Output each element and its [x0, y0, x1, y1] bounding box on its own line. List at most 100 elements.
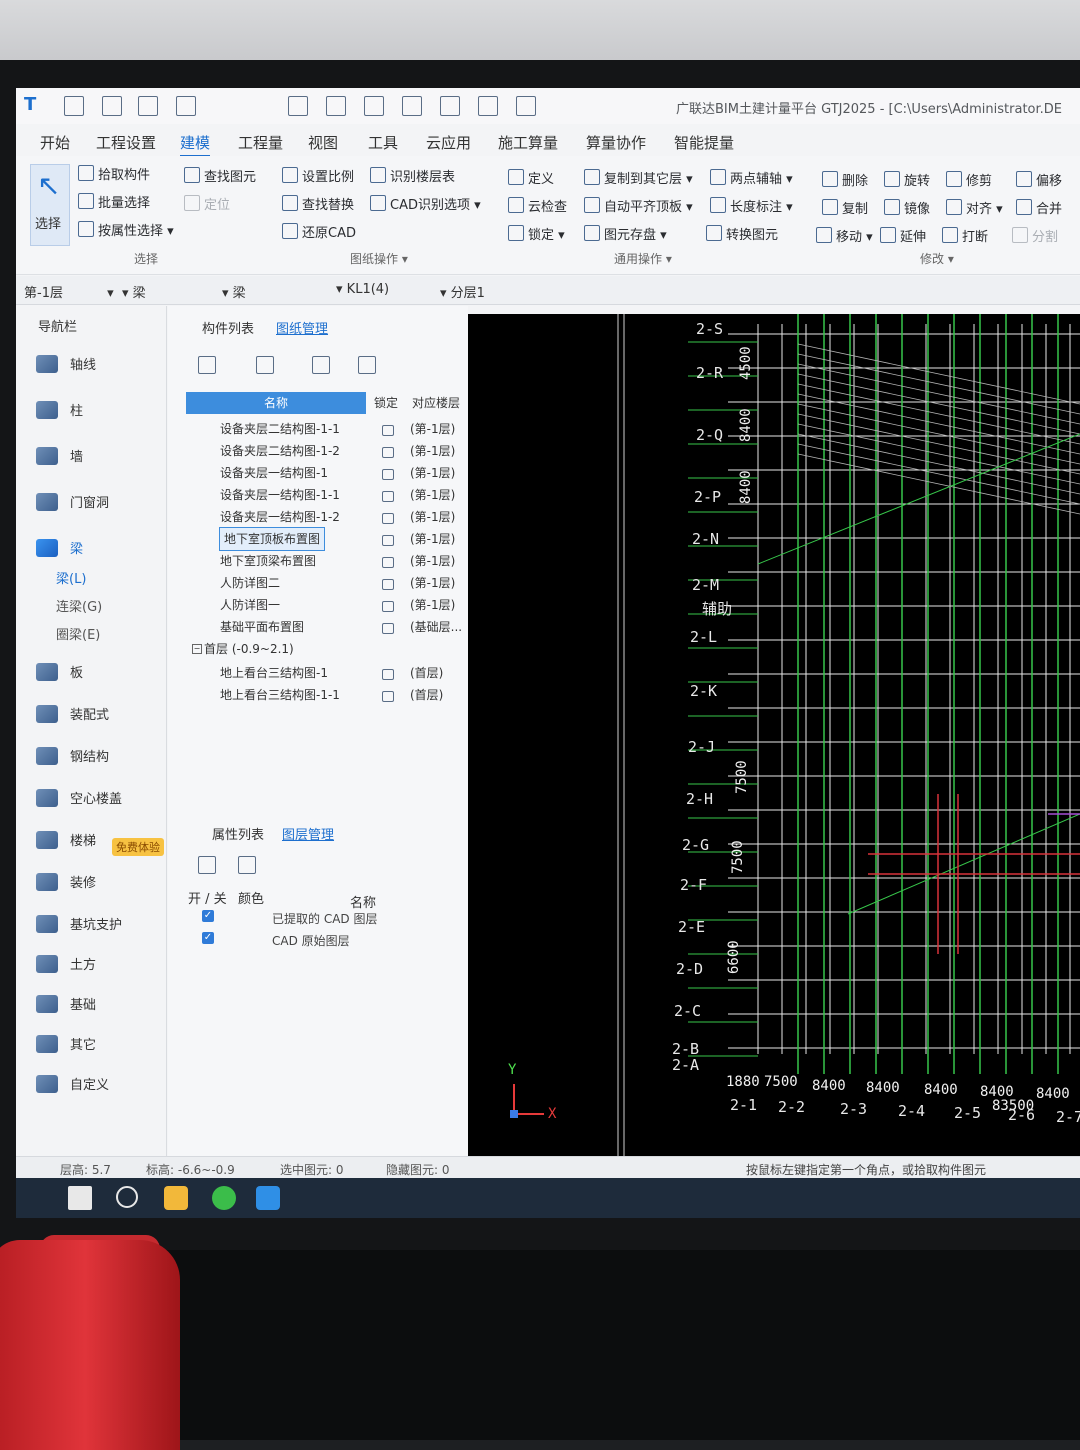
lock-icon[interactable]	[382, 469, 394, 480]
length-dimension-button[interactable]: 长度标注 ▾	[710, 196, 793, 215]
lock-icon[interactable]	[382, 669, 394, 680]
locate-button[interactable]: 定位	[184, 194, 230, 213]
drawing-row[interactable]: 地下室顶梁布置图 (第-1层)	[186, 550, 468, 572]
component-select[interactable]: ▾ KL1(4)	[336, 282, 389, 297]
lock-icon[interactable]	[382, 691, 394, 702]
mirror-button[interactable]: 镜像	[884, 198, 930, 217]
nav-item-slab[interactable]: 板	[36, 662, 83, 688]
menu-view[interactable]: 视图	[308, 132, 338, 153]
nav-item-wall[interactable]: 墙	[36, 446, 83, 472]
drawing-row-selected[interactable]: 地下室顶板布置图 (第-1层)	[186, 527, 468, 551]
nav-item-stair[interactable]: 楼梯	[36, 830, 96, 856]
tab-component-list[interactable]: 构件列表	[202, 318, 254, 337]
nav-item-hollow-floor[interactable]: 空心楼盖	[36, 788, 122, 814]
menu-construction[interactable]: 施工算量	[498, 132, 558, 153]
chart-icon[interactable]	[440, 96, 460, 116]
floor-select[interactable]: 第-1层 ▾	[24, 282, 114, 301]
nav-item-other[interactable]: 其它	[36, 1034, 96, 1060]
menu-quantity[interactable]: 工程量	[238, 132, 283, 153]
menu-cloud[interactable]: 云应用	[426, 132, 471, 153]
select-button[interactable]: ↖ 选择	[30, 164, 70, 246]
layer-toggle-checkbox[interactable]: ✓	[202, 910, 214, 922]
drawing-row[interactable]: 设备夹层一结构图-1 (第-1层)	[186, 462, 468, 484]
drawing-row[interactable]: 地上看台三结构图-1-1 (首层)	[186, 684, 468, 706]
extend-button[interactable]: 延伸	[880, 226, 926, 245]
nav-sub-ring-beam[interactable]: 圈梁(E)	[56, 624, 100, 643]
toolbar-icon[interactable]	[326, 96, 346, 116]
auto-align-slab-button[interactable]: 自动平齐顶板 ▾	[584, 196, 693, 215]
nav-item-beam[interactable]: 梁	[36, 538, 83, 564]
column-lock[interactable]: 锁定	[374, 392, 398, 414]
drawing-row[interactable]: 设备夹层二结构图-1-2 (第-1层)	[186, 440, 468, 462]
menu-smart-extract[interactable]: 智能提量	[674, 132, 734, 153]
menu-modeling[interactable]: 建模	[180, 132, 211, 157]
nav-item-steel[interactable]: 钢结构	[36, 746, 109, 772]
two-point-axis-button[interactable]: 两点辅轴 ▾	[710, 168, 793, 187]
lock-icon[interactable]	[382, 425, 394, 436]
drawing-row[interactable]: 人防详图一 (第-1层)	[186, 594, 468, 616]
menu-collaboration[interactable]: 算量协作	[586, 132, 646, 153]
nav-item-column[interactable]: 柱	[36, 400, 83, 426]
delete-button[interactable]: 删除	[822, 170, 868, 189]
lock-icon[interactable]	[382, 535, 394, 546]
save-icon[interactable]	[176, 96, 196, 116]
new-icon[interactable]	[102, 96, 122, 116]
refresh-icon[interactable]	[312, 356, 330, 374]
identify-floor-table-button[interactable]: 识别楼层表	[370, 166, 455, 185]
cad-options-button[interactable]: CAD识别选项 ▾	[370, 194, 481, 213]
dropdown-icon[interactable]	[516, 96, 536, 116]
batch-select-button[interactable]: 批量选择	[78, 192, 150, 211]
drawing-row[interactable]: 设备夹层一结构图-1-2 (第-1层)	[186, 506, 468, 528]
nav-item-prefab[interactable]: 装配式	[36, 704, 109, 730]
pick-component-button[interactable]: 拾取构件	[78, 164, 150, 183]
save-element-button[interactable]: 图元存盘 ▾	[584, 224, 667, 243]
convert-element-button[interactable]: 转换图元	[706, 224, 778, 243]
add-drawing-icon[interactable]	[198, 356, 216, 374]
tab-layer-management[interactable]: 图层管理	[282, 824, 334, 843]
layer-select[interactable]: ▾ 分层1	[440, 282, 485, 301]
windows-start-icon[interactable]	[68, 1186, 92, 1210]
define-button[interactable]: 定义	[508, 168, 554, 187]
file-explorer-icon[interactable]	[164, 1186, 188, 1210]
select-by-property-button[interactable]: 按属性选择 ▾	[78, 220, 174, 239]
cad-canvas[interactable]: X Y 2-S 2-R 2-Q 2-P 2-N 2-M 辅助 2-L 2-K 2…	[468, 314, 1080, 1156]
cloud-check-button[interactable]: 云检查	[508, 196, 567, 215]
move-button[interactable]: 移动 ▾	[816, 226, 873, 245]
nav-sub-beam-l[interactable]: 梁(L)	[56, 568, 86, 587]
lock-icon[interactable]	[382, 601, 394, 612]
copy-button[interactable]: 复制	[822, 198, 868, 217]
tab-property-list[interactable]: 属性列表	[212, 824, 264, 843]
rotate-button[interactable]: 旋转	[884, 170, 930, 189]
layer-icon[interactable]	[478, 96, 498, 116]
nav-item-axis[interactable]: 轴线	[36, 354, 96, 380]
drawing-row[interactable]: 基础平面布置图 (基础层...	[186, 616, 468, 638]
lock-icon[interactable]	[382, 447, 394, 458]
drawing-row[interactable]: 地上看台三结构图-1 (首层)	[186, 662, 468, 684]
menu-tools[interactable]: 工具	[368, 132, 398, 153]
layer-toolbar-icon[interactable]	[238, 856, 256, 874]
lock-icon[interactable]	[382, 579, 394, 590]
search-icon[interactable]	[116, 1186, 138, 1208]
break-button[interactable]: 打断	[942, 226, 988, 245]
find-replace-button[interactable]: 查找替换	[282, 194, 354, 213]
split-drawing-icon[interactable]	[256, 356, 274, 374]
split-button[interactable]: 分割	[1012, 226, 1058, 245]
nav-item-opening[interactable]: 门窗洞	[36, 492, 109, 518]
set-scale-button[interactable]: 设置比例	[282, 166, 354, 185]
drawing-row[interactable]: 设备夹层一结构图-1-1 (第-1层)	[186, 484, 468, 506]
floor-group-row[interactable]: − 首层 (-0.9~2.1)	[186, 638, 468, 660]
toolbar-icon[interactable]	[288, 96, 308, 116]
layer-toolbar-icon[interactable]	[198, 856, 216, 874]
collapse-icon[interactable]: −	[192, 644, 202, 654]
align-button[interactable]: 对齐 ▾	[946, 198, 1003, 217]
grid-icon[interactable]	[364, 96, 384, 116]
drawing-row[interactable]: 人防详图二 (第-1层)	[186, 572, 468, 594]
drawing-row[interactable]: 设备夹层二结构图-1-1 (第-1层)	[186, 418, 468, 440]
tab-drawing-management[interactable]: 图纸管理	[276, 318, 328, 337]
nav-item-decoration[interactable]: 装修	[36, 872, 96, 898]
trim-button[interactable]: 修剪	[946, 170, 992, 189]
nav-item-custom[interactable]: 自定义	[36, 1074, 109, 1100]
delete-drawing-icon[interactable]	[358, 356, 376, 374]
lock-button[interactable]: 锁定 ▾	[508, 224, 565, 243]
lock-icon[interactable]	[382, 491, 394, 502]
